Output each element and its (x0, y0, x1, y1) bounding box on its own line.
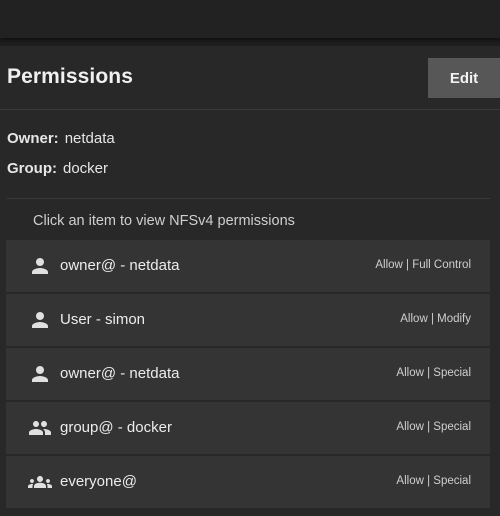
acl-item-permission: Allow | Full Control (375, 259, 471, 271)
owner-value: netdata (64, 130, 115, 147)
group-label: Group: (7, 160, 57, 177)
top-toolbar (0, 0, 500, 38)
acl-item-group-docker[interactable]: group@ - docker Allow | Special (6, 402, 490, 454)
owner-line: Owner: netdata (7, 130, 115, 147)
acl-item-permission: Allow | Special (396, 367, 471, 379)
groups-icon (28, 470, 52, 494)
acl-item-permission: Allow | Special (396, 421, 471, 433)
group-line: Group: docker (7, 160, 108, 177)
owner-label: Owner: (7, 130, 59, 147)
person-icon (28, 254, 52, 278)
acl-item-owner-netdata-special[interactable]: owner@ - netdata Allow | Special (6, 348, 490, 400)
acl-item-name: group@ - docker (60, 419, 172, 436)
edit-button[interactable]: Edit (428, 58, 500, 98)
people-icon (28, 416, 52, 440)
acl-item-name: User - simon (60, 311, 146, 328)
acl-item-user-simon[interactable]: User - simon Allow | Modify (6, 294, 490, 346)
card-header: Permissions Edit (0, 46, 500, 110)
person-icon (28, 308, 52, 332)
acl-hint: Click an item to view NFSv4 permissions (33, 213, 295, 229)
acl-item-permission: Allow | Special (396, 475, 471, 487)
acl-item-permission: Allow | Modify (400, 313, 471, 325)
acl-item-name: owner@ - netdata (60, 365, 180, 382)
acl-item-name: owner@ - netdata (60, 257, 180, 274)
card-title: Permissions (7, 65, 133, 88)
acl-item-everyone[interactable]: everyone@ Allow | Special (6, 456, 490, 508)
divider (7, 198, 490, 199)
permissions-card: Permissions Edit Owner: netdata Group: doc… (0, 46, 500, 516)
person-icon (28, 362, 52, 386)
acl-item-name: everyone@ (60, 473, 137, 490)
acl-list: owner@ - netdata Allow | Full Control Us… (6, 240, 490, 510)
group-value: docker (63, 160, 109, 177)
acl-item-owner-netdata[interactable]: owner@ - netdata Allow | Full Control (6, 240, 490, 292)
